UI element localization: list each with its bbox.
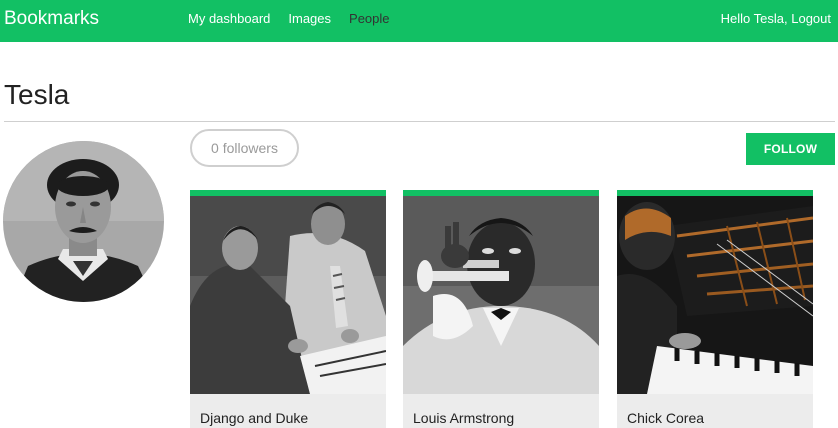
image-thumbnail[interactable]: [617, 196, 813, 394]
image-title[interactable]: Chick Corea: [627, 410, 704, 426]
photo-louis-armstrong: [403, 196, 599, 394]
menu-item-people[interactable]: People: [349, 11, 389, 26]
site-logo[interactable]: Bookmarks: [4, 8, 99, 30]
menu-item-dashboard[interactable]: My dashboard: [188, 11, 270, 26]
avatar-photo: [3, 141, 164, 302]
main-menu: My dashboard Images People: [188, 11, 390, 26]
image-title[interactable]: Django and Duke: [200, 410, 308, 426]
image-card[interactable]: Chick Corea: [617, 190, 813, 428]
image-thumbnail[interactable]: [403, 196, 599, 394]
page-title: Tesla: [4, 79, 70, 110]
user-menu: Hello Tesla, Logout: [721, 11, 831, 26]
profile-avatar: [3, 141, 164, 302]
photo-django-duke: [190, 196, 386, 394]
menu-item-images[interactable]: Images: [288, 11, 331, 26]
photo-chick-corea: [617, 196, 813, 394]
image-title[interactable]: Louis Armstrong: [413, 410, 514, 426]
user-greeting: Hello Tesla,: [720, 11, 792, 26]
followers-count: 0 followers: [190, 129, 299, 167]
logout-link[interactable]: Logout: [791, 11, 831, 26]
image-thumbnail[interactable]: [190, 196, 386, 394]
image-card[interactable]: Louis Armstrong: [403, 190, 599, 428]
title-divider: [4, 121, 835, 122]
follow-button[interactable]: FOLLOW: [746, 133, 835, 165]
top-header: Bookmarks My dashboard Images People Hel…: [0, 0, 838, 42]
image-card[interactable]: Django and Duke: [190, 190, 386, 428]
